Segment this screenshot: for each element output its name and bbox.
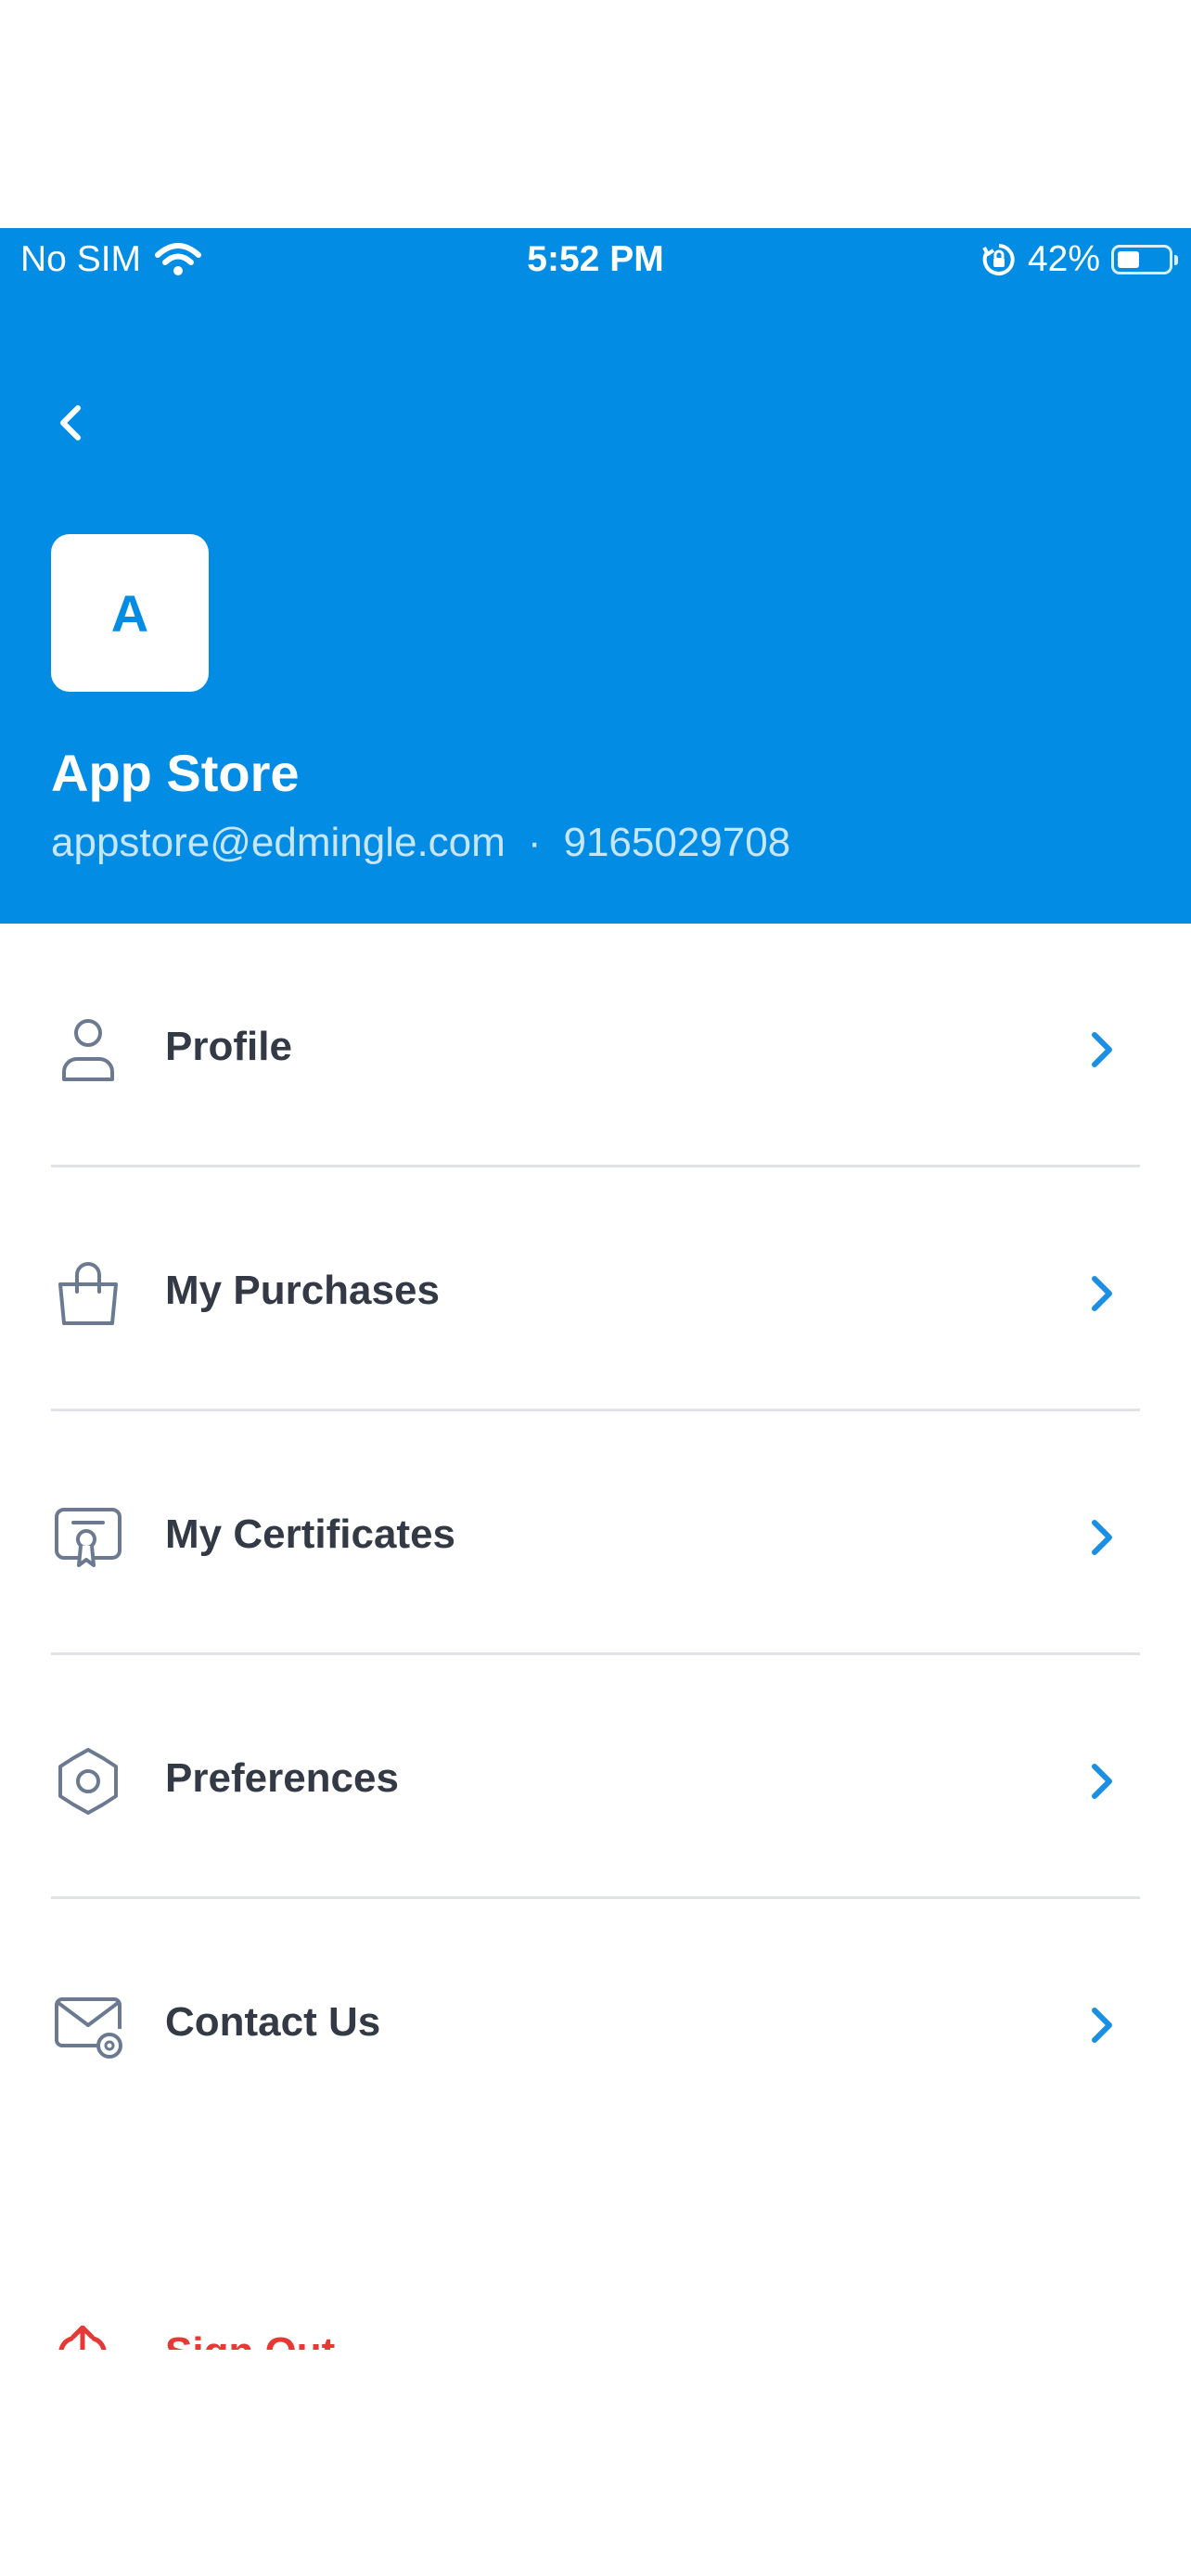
mail-icon bbox=[55, 1997, 122, 2059]
menu-item-label: Profile bbox=[165, 1024, 292, 1069]
orientation-lock-icon bbox=[982, 244, 1015, 275]
menu-item-profile[interactable]: Profile bbox=[0, 924, 1191, 1167]
shopping-bag-icon bbox=[58, 1262, 118, 1325]
menu-item-label: Contact Us bbox=[165, 1999, 381, 2045]
user-email: appstore@edmingle.com bbox=[51, 820, 506, 865]
battery-fill bbox=[1118, 251, 1139, 268]
account-menu: Profile My Purchases My Certificates Pre… bbox=[0, 924, 1191, 2143]
menu-item-label: My Certificates bbox=[165, 1511, 456, 1557]
status-bar: No SIM 5:52 PM 42% bbox=[0, 228, 1191, 295]
chevron-right-icon bbox=[1092, 1764, 1112, 1799]
battery-nub bbox=[1174, 255, 1178, 265]
menu-item-my-certificates[interactable]: My Certificates bbox=[0, 1411, 1191, 1655]
chevron-right-icon bbox=[1092, 1276, 1112, 1311]
contact-separator: · bbox=[527, 820, 542, 865]
menu-item-contact-us[interactable]: Contact Us bbox=[0, 1899, 1191, 2143]
battery-icon bbox=[1111, 245, 1178, 274]
menu-item-preferences[interactable]: Preferences bbox=[0, 1655, 1191, 1899]
avatar-initial: A bbox=[110, 583, 149, 643]
sign-out-label: Sign Out bbox=[165, 2329, 335, 2350]
user-contact: appstore@edmingle.com · 9165029708 bbox=[51, 820, 790, 866]
chevron-right-icon bbox=[1092, 2008, 1112, 2043]
top-blank-area bbox=[0, 0, 1191, 228]
status-right: 42% bbox=[981, 239, 1178, 280]
gear-icon bbox=[58, 1748, 118, 1815]
chevron-right-icon bbox=[1092, 1032, 1112, 1067]
battery-percent: 42% bbox=[1027, 239, 1100, 279]
back-chevron-icon[interactable] bbox=[50, 401, 95, 445]
chevron-right-icon bbox=[1092, 1520, 1112, 1555]
menu-item-label: My Purchases bbox=[165, 1268, 440, 1313]
avatar: A bbox=[51, 534, 209, 692]
user-phone: 9165029708 bbox=[563, 820, 791, 865]
sign-out-button[interactable]: Sign Out bbox=[51, 2316, 608, 2350]
user-icon bbox=[62, 1019, 114, 1081]
sign-out-icon bbox=[58, 2326, 107, 2350]
menu-item-label: Preferences bbox=[165, 1755, 399, 1801]
user-name: App Store bbox=[51, 744, 300, 802]
certificate-icon bbox=[55, 1508, 122, 1567]
menu-item-my-purchases[interactable]: My Purchases bbox=[0, 1167, 1191, 1411]
profile-header: No SIM 5:52 PM 42% A App Store appstore@… bbox=[0, 228, 1191, 924]
